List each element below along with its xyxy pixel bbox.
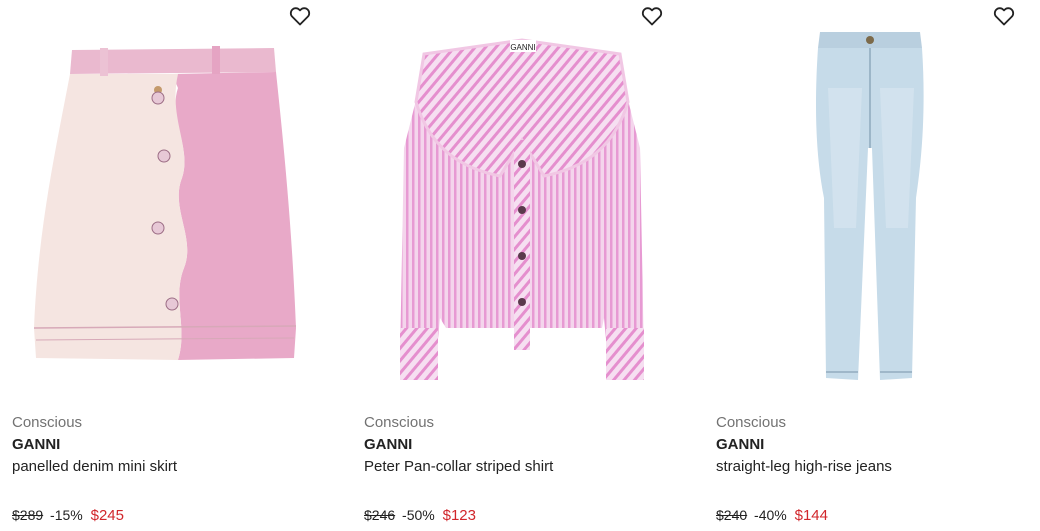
product-image[interactable]: GANNI bbox=[364, 28, 680, 388]
brand-name[interactable]: GANNI bbox=[364, 436, 412, 454]
discount-percent: -15% bbox=[50, 507, 83, 523]
product-card[interactable]: Conscious GANNI panelled denim mini skir… bbox=[0, 0, 340, 531]
product-image[interactable] bbox=[716, 28, 1032, 388]
conscious-label: Conscious bbox=[12, 414, 83, 431]
sale-price: $245 bbox=[90, 507, 124, 524]
price-row: $240 -40% $144 bbox=[716, 506, 828, 525]
brand-name[interactable]: GANNI bbox=[12, 436, 60, 454]
product-card[interactable]: Conscious GANNI straight-leg high-rise j… bbox=[704, 0, 1040, 531]
discount-percent: -40% bbox=[754, 507, 787, 523]
original-price: $289 bbox=[12, 507, 44, 523]
heart-outline-icon[interactable] bbox=[288, 4, 312, 28]
product-name[interactable]: panelled denim mini skirt bbox=[12, 458, 177, 476]
heart-outline-icon[interactable] bbox=[992, 4, 1016, 28]
heart-outline-icon[interactable] bbox=[640, 4, 664, 28]
sale-price: $144 bbox=[794, 507, 828, 524]
conscious-label: Conscious bbox=[716, 414, 787, 431]
discount-percent: -50% bbox=[402, 507, 435, 523]
product-grid: Conscious GANNI panelled denim mini skir… bbox=[0, 0, 1040, 531]
brand-name[interactable]: GANNI bbox=[716, 436, 764, 454]
price-row: $246 -50% $123 bbox=[364, 506, 476, 525]
shirt-tag-text: GANNI bbox=[510, 43, 535, 52]
original-price: $246 bbox=[364, 507, 396, 523]
product-card[interactable]: GANNI Conscious GANNI Peter Pan-collar s… bbox=[352, 0, 692, 531]
price-row: $289 -15% $245 bbox=[12, 506, 124, 525]
product-name[interactable]: straight-leg high-rise jeans bbox=[716, 458, 892, 476]
product-name[interactable]: Peter Pan-collar striped shirt bbox=[364, 458, 553, 476]
product-image[interactable] bbox=[12, 28, 328, 388]
conscious-label: Conscious bbox=[364, 414, 435, 431]
original-price: $240 bbox=[716, 507, 748, 523]
sale-price: $123 bbox=[442, 507, 476, 524]
